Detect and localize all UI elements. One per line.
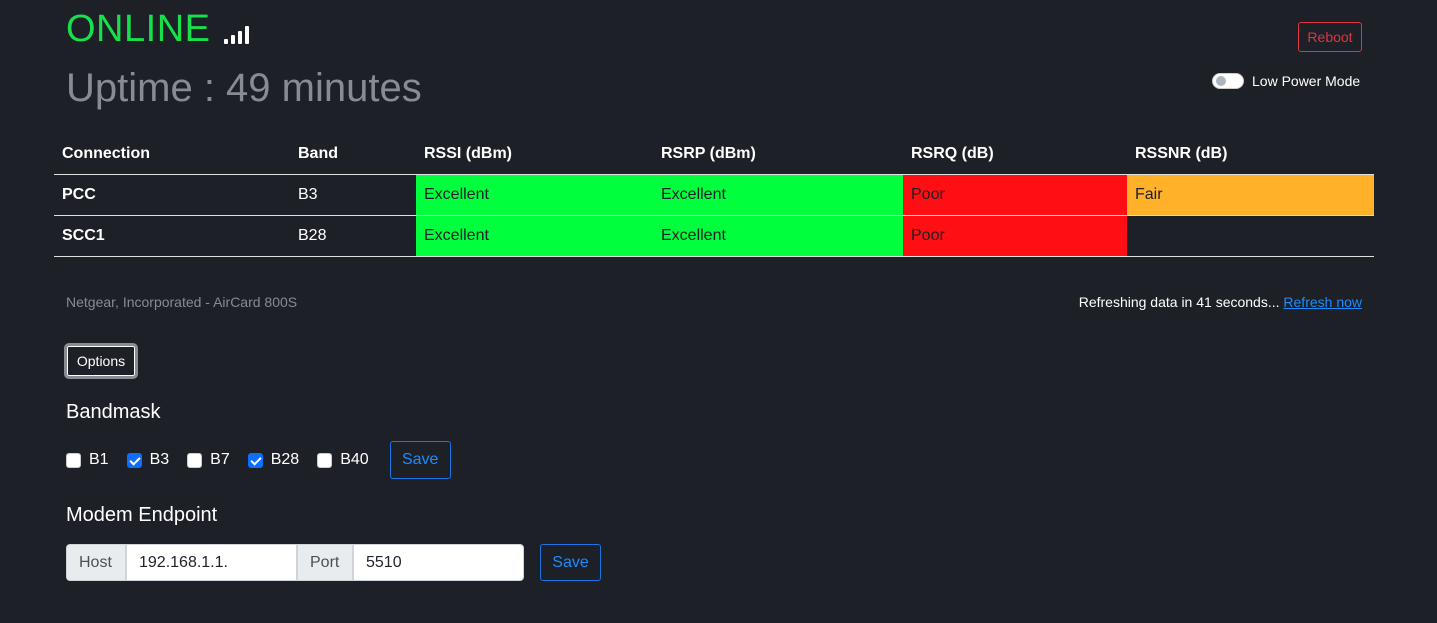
bandmask-save-button[interactable]: Save <box>389 441 451 479</box>
cell-rsrq: Poor <box>903 215 1127 257</box>
checkbox[interactable] <box>126 452 142 468</box>
band-label: B7 <box>210 451 230 468</box>
endpoint-save-button[interactable]: Save <box>540 544 601 581</box>
cell-connection: PCC <box>54 174 290 216</box>
table-header-row: Connection Band RSSI (dBm) RSRP (dBm) RS… <box>54 134 1374 175</box>
header-connection: Connection <box>54 134 290 175</box>
band-label: B3 <box>149 451 170 468</box>
cell-band: B3 <box>290 174 416 216</box>
checkbox[interactable] <box>187 452 203 468</box>
header-rsrp: RSRP (dBm) <box>653 134 903 175</box>
band-b7[interactable]: B7 <box>187 451 230 469</box>
header-rssi: RSSI (dBm) <box>416 134 653 175</box>
cell-rssi: Excellent <box>416 215 653 257</box>
cell-rssnr: Fair <box>1127 174 1374 216</box>
band-b1[interactable]: B1 <box>66 451 109 469</box>
port-input[interactable]: 5510 <box>353 544 524 581</box>
refresh-status: Refreshing data in 41 seconds... Refresh… <box>1079 294 1362 310</box>
modem-endpoint-form: Host 192.168.1.1. Port 5510 Save <box>66 544 601 581</box>
modem-endpoint-title: Modem Endpoint <box>66 504 218 526</box>
cell-rsrp: Excellent <box>653 174 903 216</box>
low-power-mode-label: Low Power Mode <box>1252 73 1361 89</box>
cell-rssi: Excellent <box>416 174 653 216</box>
cell-rsrp: Excellent <box>653 215 903 257</box>
header-rsrq: RSRQ (dB) <box>903 134 1127 175</box>
band-b40[interactable]: B40 <box>317 451 369 469</box>
toggle-switch[interactable] <box>1212 73 1244 89</box>
reboot-button[interactable]: Reboot <box>1298 22 1362 52</box>
band-label: B28 <box>270 451 300 468</box>
connection-status: ONLINE <box>66 8 211 50</box>
port-label: Port <box>297 544 353 581</box>
checkbox[interactable] <box>317 452 333 468</box>
checkbox[interactable] <box>247 452 263 468</box>
band-label: B40 <box>340 451 369 468</box>
bandmask-title: Bandmask <box>66 401 161 423</box>
checkbox[interactable] <box>66 452 81 468</box>
device-name: Netgear, Incorporated - AirCard 800S <box>66 294 298 310</box>
table-row: PCC B3 Excellent Excellent Poor Fair <box>54 174 1374 216</box>
signal-strength-icon <box>224 26 250 44</box>
header-band: Band <box>290 134 416 175</box>
signal-quality-table: Connection Band RSSI (dBm) RSRP (dBm) RS… <box>54 134 1374 257</box>
bandmask-group: B1 B3 B7 B28 B40 Save <box>66 441 451 479</box>
cell-band: B28 <box>290 215 416 257</box>
table-row: SCC1 B28 Excellent Excellent Poor <box>54 215 1374 257</box>
host-input[interactable]: 192.168.1.1. <box>126 544 297 581</box>
cell-rssnr <box>1127 215 1374 257</box>
cell-rsrq: Poor <box>903 174 1127 216</box>
cell-connection: SCC1 <box>54 215 290 257</box>
uptime-text: Uptime : 49 minutes <box>66 66 422 110</box>
host-label: Host <box>66 544 126 581</box>
low-power-mode-toggle[interactable]: Low Power Mode <box>1212 73 1360 89</box>
options-button[interactable]: Options <box>64 343 138 379</box>
refresh-countdown: Refreshing data in 41 seconds... <box>1078 294 1280 310</box>
band-b28[interactable]: B28 <box>247 451 300 469</box>
band-b3[interactable]: B3 <box>126 451 170 469</box>
band-label: B1 <box>89 451 109 468</box>
header-rssnr: RSSNR (dB) <box>1127 134 1374 175</box>
refresh-now-link[interactable]: Refresh now <box>1283 294 1362 310</box>
